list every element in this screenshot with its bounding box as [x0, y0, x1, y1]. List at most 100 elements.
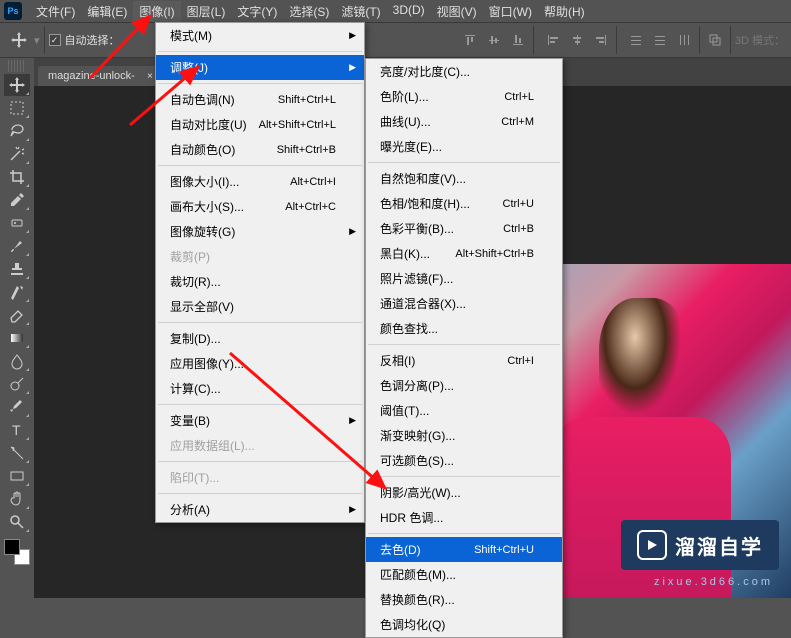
menu-item[interactable]: 反相(I)Ctrl+I: [366, 348, 562, 373]
menu-item: 应用数据组(L)...: [156, 433, 364, 458]
lasso-tool[interactable]: [4, 120, 30, 142]
menu-item[interactable]: 自动对比度(U)Alt+Shift+Ctrl+L: [156, 112, 364, 137]
menu-item-9[interactable]: 窗口(W): [483, 1, 538, 22]
menu-item-1[interactable]: 编辑(E): [81, 1, 133, 22]
crop-tool[interactable]: [4, 166, 30, 188]
menu-item[interactable]: 图像大小(I)...Alt+Ctrl+I: [156, 169, 364, 194]
history-tool[interactable]: [4, 281, 30, 303]
menu-item-4[interactable]: 文字(Y): [231, 1, 283, 22]
menu-item[interactable]: 调整(J)▶: [156, 55, 364, 80]
distribute-1-icon[interactable]: [625, 29, 647, 51]
menu-item[interactable]: 渐变映射(G)...: [366, 423, 562, 448]
stamp-tool[interactable]: [4, 258, 30, 280]
align-buttons: [459, 29, 529, 51]
menu-item[interactable]: 应用图像(Y)...: [156, 351, 364, 376]
distribute-3-icon[interactable]: [673, 29, 695, 51]
menu-item-6[interactable]: 滤镜(T): [335, 1, 386, 22]
close-icon[interactable]: ×: [147, 71, 153, 82]
3d-mode-label: 3D 模式：: [735, 32, 785, 48]
menu-item[interactable]: 去色(D)Shift+Ctrl+U: [366, 537, 562, 562]
toolbar-grip[interactable]: [8, 60, 26, 72]
align-vcenter-icon[interactable]: [483, 29, 505, 51]
menu-item[interactable]: HDR 色调...: [366, 505, 562, 530]
menu-item-5[interactable]: 选择(S): [283, 1, 335, 22]
menu-item[interactable]: 黑白(K)...Alt+Shift+Ctrl+B: [366, 241, 562, 266]
menu-item[interactable]: 模式(M)▶: [156, 23, 364, 48]
brush-tool[interactable]: [4, 235, 30, 257]
menu-item[interactable]: 匹配颜色(M)...: [366, 562, 562, 587]
menu-item[interactable]: 通道混合器(X)...: [366, 291, 562, 316]
pen-tool[interactable]: [4, 396, 30, 418]
menu-item[interactable]: 颜色查找...: [366, 316, 562, 341]
menu-item[interactable]: 照片滤镜(F)...: [366, 266, 562, 291]
align-left-icon[interactable]: [542, 29, 564, 51]
menu-item[interactable]: 分析(A)▶: [156, 497, 364, 522]
play-icon: [637, 530, 667, 560]
menu-item-7[interactable]: 3D(D): [387, 1, 431, 22]
type-tool[interactable]: T: [4, 419, 30, 441]
svg-text:T: T: [12, 422, 21, 438]
distribute-2-icon[interactable]: [649, 29, 671, 51]
photoshop-logo: Ps: [4, 2, 22, 20]
overlap-icon[interactable]: [704, 29, 726, 51]
menubar: Ps 文件(F)编辑(E)图像(I)图层(L)文字(Y)选择(S)滤镜(T)3D…: [0, 0, 791, 22]
toolbar: T: [0, 58, 34, 598]
menu-item[interactable]: 裁切(R)...: [156, 269, 364, 294]
zoom-tool[interactable]: [4, 511, 30, 533]
brand-badge: 溜溜自学: [621, 520, 779, 570]
align-top-icon[interactable]: [459, 29, 481, 51]
adjustments-submenu-dropdown: 亮度/对比度(C)...色阶(L)...Ctrl+L曲线(U)...Ctrl+M…: [365, 58, 563, 638]
align-hcenter-icon[interactable]: [566, 29, 588, 51]
brand-text: 溜溜自学: [675, 531, 763, 560]
eraser-tool[interactable]: [4, 304, 30, 326]
move-tool[interactable]: [4, 74, 30, 96]
document-tab[interactable]: magazine-unlock- ×: [38, 66, 159, 86]
menu-item[interactable]: 亮度/对比度(C)...: [366, 59, 562, 84]
menu-item[interactable]: 显示全部(V): [156, 294, 364, 319]
menu-item[interactable]: 曝光度(E)...: [366, 134, 562, 159]
menu-item[interactable]: 画布大小(S)...Alt+Ctrl+C: [156, 194, 364, 219]
menu-item[interactable]: 自动色调(N)Shift+Ctrl+L: [156, 87, 364, 112]
menu-item[interactable]: 色阶(L)...Ctrl+L: [366, 84, 562, 109]
eyedrop-tool[interactable]: [4, 189, 30, 211]
dodge-tool[interactable]: [4, 373, 30, 395]
wand-tool[interactable]: [4, 143, 30, 165]
menu-item[interactable]: 阈值(T)...: [366, 398, 562, 423]
menu-item[interactable]: 自然饱和度(V)...: [366, 166, 562, 191]
menu-item[interactable]: 图像旋转(G)▶: [156, 219, 364, 244]
menu-item[interactable]: 色调分离(P)...: [366, 373, 562, 398]
color-swatches[interactable]: [4, 539, 30, 565]
blur-tool[interactable]: [4, 350, 30, 372]
menu-item: 裁剪(P): [156, 244, 364, 269]
move-tool-icon[interactable]: [6, 27, 32, 53]
menu-item[interactable]: 计算(C)...: [156, 376, 364, 401]
hand-tool[interactable]: [4, 488, 30, 510]
menu-item-2[interactable]: 图像(I): [133, 1, 180, 22]
marquee-tool[interactable]: [4, 97, 30, 119]
menu-item[interactable]: 色彩平衡(B)...Ctrl+B: [366, 216, 562, 241]
menu-item[interactable]: 曲线(U)...Ctrl+M: [366, 109, 562, 134]
align-right-icon[interactable]: [590, 29, 612, 51]
auto-select-label: 自动选择：: [65, 32, 120, 48]
menu-item[interactable]: 色调均化(Q): [366, 612, 562, 637]
path-tool[interactable]: [4, 442, 30, 464]
menu-item-10[interactable]: 帮助(H): [538, 1, 591, 22]
image-menu-dropdown: 模式(M)▶ 调整(J)▶ 自动色调(N)Shift+Ctrl+L自动对比度(U)A…: [155, 22, 365, 523]
menu-item[interactable]: 阴影/高光(W)...: [366, 480, 562, 505]
menu-item-8[interactable]: 视图(V): [431, 1, 483, 22]
document-tab-label: magazine-unlock-: [48, 70, 135, 82]
menu-item[interactable]: 自动颜色(O)Shift+Ctrl+B: [156, 137, 364, 162]
menu-item[interactable]: 可选颜色(S)...: [366, 448, 562, 473]
menu-item[interactable]: 复制(D)...: [156, 326, 364, 351]
menu-item: 陷印(T)...: [156, 465, 364, 490]
menu-item[interactable]: 替换颜色(R)...: [366, 587, 562, 612]
gradient-tool[interactable]: [4, 327, 30, 349]
auto-select-checkbox[interactable]: ✓: [49, 34, 61, 46]
menu-item[interactable]: 色相/饱和度(H)...Ctrl+U: [366, 191, 562, 216]
rect-tool[interactable]: [4, 465, 30, 487]
menu-item[interactable]: 变量(B)▶: [156, 408, 364, 433]
menu-item-0[interactable]: 文件(F): [30, 1, 81, 22]
menu-item-3[interactable]: 图层(L): [181, 1, 232, 22]
align-bottom-icon[interactable]: [507, 29, 529, 51]
patch-tool[interactable]: [4, 212, 30, 234]
